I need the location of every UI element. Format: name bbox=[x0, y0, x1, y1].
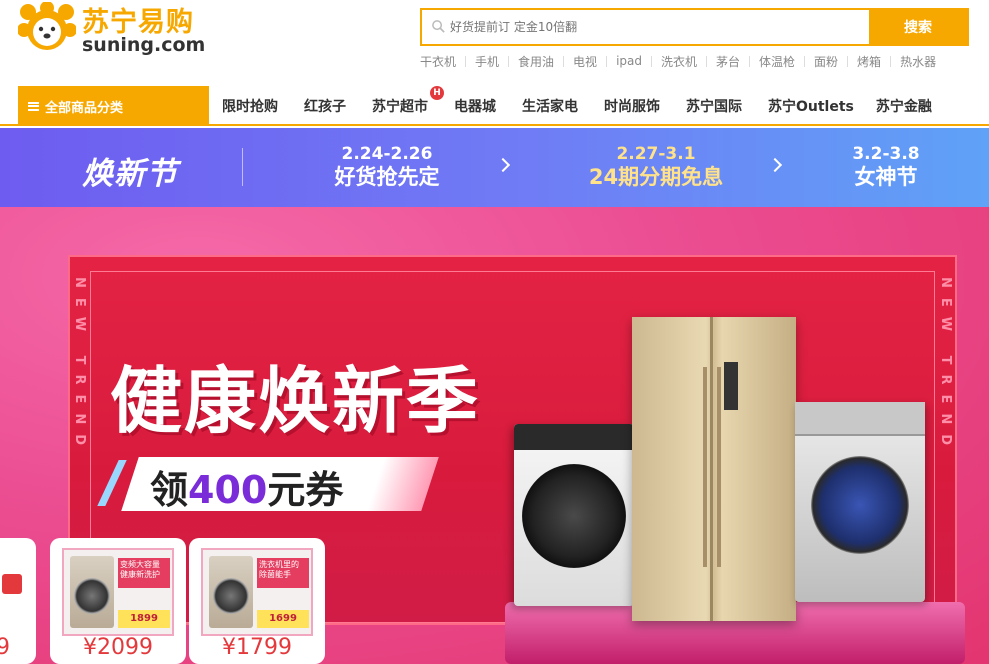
promo-step-1[interactable]: 2.24-2.26 好货抢先定 bbox=[322, 144, 452, 191]
fridge-door-split bbox=[710, 317, 713, 621]
lion-logo-icon bbox=[18, 2, 76, 50]
nav-item-outlets[interactable]: 苏宁Outlets bbox=[768, 96, 854, 116]
promo-timeline-bar[interactable]: 焕新节 2.24-2.26 好货抢先定 2.27-3.1 24期分期免息 3.2… bbox=[0, 128, 989, 207]
hot-word[interactable]: ipad bbox=[607, 54, 651, 68]
product-card[interactable]: 变频大容量 健康新洗护 1899 ¥2099 bbox=[50, 538, 186, 664]
promo-step-date: 3.2-3.8 bbox=[852, 144, 920, 164]
nav-links: 限时抢购 红孩子 苏宁超市 H 电器城 生活家电 时尚服饰 苏宁国际 苏宁Out… bbox=[222, 86, 932, 126]
product-thumb-price: 1899 bbox=[118, 610, 170, 628]
promo-step-date: 2.24-2.26 bbox=[341, 144, 433, 164]
hot-word[interactable]: 烤箱 bbox=[848, 53, 890, 70]
nav-item-international[interactable]: 苏宁国际 bbox=[686, 96, 742, 116]
product-price: ¥1799 bbox=[222, 635, 292, 660]
refrigerator-image bbox=[632, 317, 796, 621]
hot-word[interactable]: 干衣机 bbox=[420, 53, 465, 70]
washer-control-panel bbox=[795, 402, 925, 436]
washer-door bbox=[811, 456, 909, 554]
side-decoration-text: NEW TREND bbox=[72, 277, 87, 456]
hot-word[interactable]: 面粉 bbox=[805, 53, 847, 70]
washer-door bbox=[74, 578, 110, 614]
product-price: ¥2099 bbox=[83, 635, 153, 660]
hero-banner[interactable]: NEW TREND NEW TREND 健康焕新季 领400元券 9 变频大容量… bbox=[0, 207, 989, 664]
hot-word[interactable]: 体温枪 bbox=[750, 53, 804, 70]
hero-title: 健康焕新季 bbox=[110, 359, 481, 443]
product-card[interactable]: 洗衣机里的 除菌能手 1699 ¥1799 bbox=[189, 538, 325, 664]
side-decoration-text: NEW TREND bbox=[938, 277, 953, 456]
product-thumbnail bbox=[2, 574, 22, 594]
promo-step-label: 24期分期免息 bbox=[588, 165, 724, 189]
washer-door bbox=[522, 464, 626, 568]
fridge-handle bbox=[717, 367, 721, 567]
nav-item-kids[interactable]: 红孩子 bbox=[304, 96, 346, 116]
washing-machine-image bbox=[795, 402, 925, 602]
suning-logo[interactable]: 苏宁易购 suning.com bbox=[18, 2, 218, 60]
coupon-amount: 400 bbox=[188, 468, 268, 512]
search-button[interactable]: 搜索 bbox=[869, 10, 967, 44]
product-thumb-price: 1699 bbox=[257, 610, 309, 628]
chevron-right-icon bbox=[495, 157, 511, 173]
promo-step-2[interactable]: 2.27-3.1 24期分期免息 bbox=[576, 144, 736, 191]
product-card[interactable]: 9 bbox=[0, 538, 36, 664]
hot-word[interactable]: 食用油 bbox=[509, 53, 563, 70]
fridge-handle bbox=[703, 367, 707, 567]
divider bbox=[242, 148, 243, 186]
promo-step-3[interactable]: 3.2-3.8 女神节 bbox=[836, 144, 936, 191]
nav-item-flash-sale[interactable]: 限时抢购 bbox=[222, 96, 278, 116]
nav-item-home-appliances[interactable]: 生活家电 bbox=[522, 96, 578, 116]
menu-icon bbox=[28, 101, 39, 111]
hot-badge: H bbox=[430, 86, 444, 100]
nav-item-finance[interactable]: 苏宁金融 bbox=[876, 96, 932, 116]
washer-control-panel bbox=[514, 424, 634, 450]
chevron-right-icon bbox=[767, 157, 783, 173]
hot-word[interactable]: 茅台 bbox=[707, 53, 749, 70]
search-input[interactable] bbox=[450, 10, 870, 44]
fridge-display bbox=[724, 362, 738, 410]
logo-english-text: suning.com bbox=[82, 34, 206, 56]
product-thumbnail: 洗衣机里的 除菌能手 1699 bbox=[201, 548, 313, 636]
promo-step-label: 女神节 bbox=[854, 165, 918, 189]
product-tag: 变频大容量 健康新洗护 bbox=[118, 558, 170, 588]
hot-word[interactable]: 洗衣机 bbox=[652, 53, 706, 70]
search-bar: 搜索 bbox=[420, 8, 969, 46]
coupon-text: 领400元券 bbox=[150, 459, 343, 514]
promo-step-date: 2.27-3.1 bbox=[616, 144, 696, 164]
all-categories-label: 全部商品分类 bbox=[45, 100, 124, 116]
coupon-suffix: 元券 bbox=[267, 468, 344, 512]
nav-item-electronics[interactable]: 电器城 bbox=[454, 96, 496, 116]
washer-door bbox=[213, 578, 249, 614]
nav-item-supermarket[interactable]: 苏宁超市 H bbox=[372, 86, 444, 116]
main-nav: 全部商品分类 限时抢购 红孩子 苏宁超市 H 电器城 生活家电 时尚服饰 苏宁国… bbox=[0, 86, 989, 126]
nav-item-fashion[interactable]: 时尚服饰 bbox=[604, 96, 660, 116]
search-icon bbox=[432, 20, 445, 33]
coupon-prefix: 领 bbox=[150, 468, 189, 512]
product-tag: 洗衣机里的 除菌能手 bbox=[257, 558, 309, 588]
promo-step-label: 好货抢先定 bbox=[334, 165, 440, 189]
hot-word[interactable]: 手机 bbox=[466, 53, 508, 70]
nav-item-supermarket-label: 苏宁超市 bbox=[372, 99, 428, 115]
hot-search-words: 干衣机 手机 食用油 电视 ipad 洗衣机 茅台 体温枪 面粉 烤箱 热水器 bbox=[420, 52, 980, 70]
hot-word[interactable]: 热水器 bbox=[891, 53, 945, 70]
promo-brand-title: 焕新节 bbox=[82, 156, 178, 192]
hot-word[interactable]: 电视 bbox=[564, 53, 606, 70]
product-thumbnail: 变频大容量 健康新洗护 1899 bbox=[62, 548, 174, 636]
washing-machine-image bbox=[514, 424, 634, 606]
product-price: 9 bbox=[0, 635, 10, 660]
all-categories-button[interactable]: 全部商品分类 bbox=[18, 86, 209, 126]
